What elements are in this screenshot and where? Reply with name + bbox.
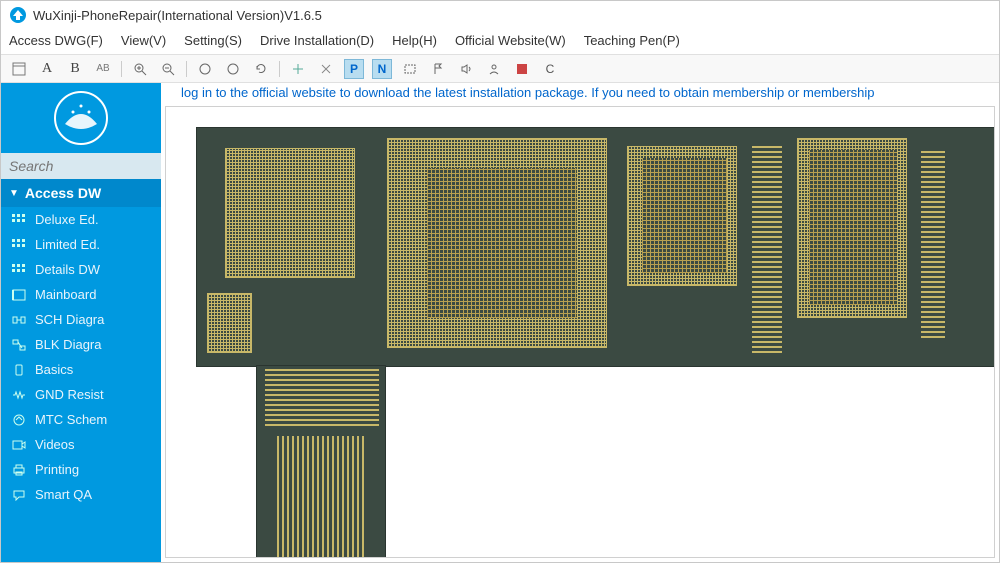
sidebar-item-label: GND Resist [35, 387, 104, 402]
sidebar-item-label: Limited Ed. [35, 237, 100, 252]
sidebar-item-printing[interactable]: Printing [1, 457, 161, 482]
sidebar-item-deluxe[interactable]: Deluxe Ed. [1, 207, 161, 232]
toolbar: A B AB P N C [1, 55, 999, 83]
menu-setting[interactable]: Setting(S) [184, 33, 242, 48]
circle-icon [11, 413, 27, 427]
refresh-icon[interactable] [251, 59, 271, 79]
toolbar-ab-button[interactable]: AB [93, 59, 113, 79]
toolbar-separator [121, 61, 122, 77]
sidebar-item-label: SCH Diagra [35, 312, 104, 327]
circle-tool-icon[interactable] [195, 59, 215, 79]
section-title: Access DW [25, 185, 101, 201]
sidebar-item-label: Printing [35, 462, 79, 477]
sidebar-item-label: BLK Diagra [35, 337, 101, 352]
print-icon [11, 463, 27, 477]
menu-help[interactable]: Help(H) [392, 33, 437, 48]
grid-icon [11, 263, 27, 277]
chevron-down-icon: ▼ [9, 188, 19, 199]
menu-drive-installation[interactable]: Drive Installation(D) [260, 33, 374, 48]
sidebar-item-sch-diagram[interactable]: SCH Diagra [1, 307, 161, 332]
app-icon [9, 6, 27, 24]
rect-select-icon[interactable] [400, 59, 420, 79]
circle-tool2-icon[interactable] [223, 59, 243, 79]
sidebar-item-label: Smart QA [35, 487, 92, 502]
stop-icon[interactable] [512, 59, 532, 79]
phone-icon [11, 363, 27, 377]
sidebar-item-label: Basics [35, 362, 73, 377]
block-icon [11, 338, 27, 352]
app-window: WuXinji-PhoneRepair(International Versio… [0, 0, 1000, 563]
grid-icon [11, 238, 27, 252]
pcb-canvas[interactable] [165, 106, 995, 558]
toolbar-separator [186, 61, 187, 77]
grid-icon [11, 213, 27, 227]
notice-banner: log in to the official website to downlo… [161, 83, 999, 102]
toolbar-b-button[interactable]: B [65, 59, 85, 79]
toolbar-separator [279, 61, 280, 77]
speaker-icon[interactable] [456, 59, 476, 79]
sidebar-item-videos[interactable]: Videos [1, 432, 161, 457]
toolbar-p-button[interactable]: P [344, 59, 364, 79]
main-panel: log in to the official website to downlo… [161, 83, 999, 562]
schematic-icon [11, 313, 27, 327]
body-area: ▼ Access DW Deluxe Ed. Limited Ed. Detai… [1, 83, 999, 562]
sidebar-item-blk-diagram[interactable]: BLK Diagra [1, 332, 161, 357]
sidebar-item-mainboard[interactable]: Mainboard [1, 282, 161, 307]
flag-icon[interactable] [428, 59, 448, 79]
titlebar: WuXinji-PhoneRepair(International Versio… [1, 1, 999, 29]
zoom-out-icon[interactable] [158, 59, 178, 79]
menubar: Access DWG(F) View(V) Setting(S) Drive I… [1, 29, 999, 55]
crosshair-icon[interactable] [288, 59, 308, 79]
toolbar-n-button[interactable]: N [372, 59, 392, 79]
menu-access-dwg[interactable]: Access DWG(F) [9, 33, 103, 48]
sidebar-item-label: Mainboard [35, 287, 96, 302]
resist-icon [11, 388, 27, 402]
menu-official-website[interactable]: Official Website(W) [455, 33, 566, 48]
sidebar-section-access-dw[interactable]: ▼ Access DW [1, 179, 161, 207]
sidebar-item-label: Videos [35, 437, 75, 452]
sidebar-item-basics[interactable]: Basics [1, 357, 161, 382]
zoom-in-icon[interactable] [130, 59, 150, 79]
search-container [1, 153, 161, 179]
sidebar-item-label: MTC Schem [35, 412, 107, 427]
person-icon[interactable] [484, 59, 504, 79]
menu-teaching-pen[interactable]: Teaching Pen(P) [584, 33, 680, 48]
sidebar-item-label: Deluxe Ed. [35, 212, 99, 227]
sidebar-item-smart-qa[interactable]: Smart QA [1, 482, 161, 507]
video-icon [11, 438, 27, 452]
chat-icon [11, 488, 27, 502]
toolbar-c-button[interactable]: C [540, 59, 560, 79]
sidebar-item-limited[interactable]: Limited Ed. [1, 232, 161, 257]
search-input[interactable] [1, 153, 161, 179]
sidebar-item-mtc-schem[interactable]: MTC Schem [1, 407, 161, 432]
toolbar-a-button[interactable]: A [37, 59, 57, 79]
menu-view[interactable]: View(V) [121, 33, 166, 48]
close-tool-icon[interactable] [316, 59, 336, 79]
pcb-board [196, 127, 995, 367]
sidebar: ▼ Access DW Deluxe Ed. Limited Ed. Detai… [1, 83, 161, 562]
sidebar-logo [1, 83, 161, 153]
window-title: WuXinji-PhoneRepair(International Versio… [33, 8, 322, 23]
board-icon [11, 288, 27, 302]
sidebar-item-gnd-resist[interactable]: GND Resist [1, 382, 161, 407]
pcb-tail [256, 365, 386, 558]
sidebar-item-details[interactable]: Details DW [1, 257, 161, 282]
sidebar-item-label: Details DW [35, 262, 100, 277]
toolbar-expand-icon[interactable] [9, 59, 29, 79]
